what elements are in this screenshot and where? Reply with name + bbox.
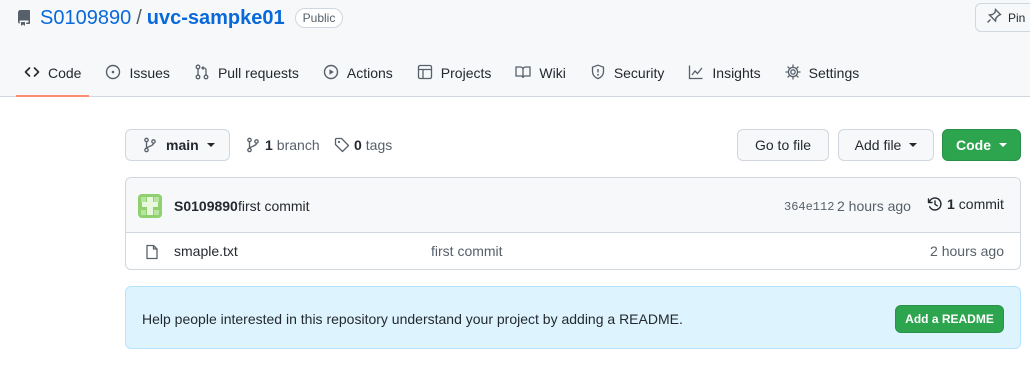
tab-code[interactable]: Code: [16, 51, 90, 97]
tags-link[interactable]: 0 tags: [334, 129, 392, 161]
commit-message-link[interactable]: first commit: [238, 198, 310, 214]
repo-header: S0109890 / uvc-sampke01 Public Pin Code …: [0, 0, 1030, 97]
commit-author-link[interactable]: S0109890: [174, 198, 238, 214]
pin-icon: [986, 8, 1008, 27]
repo-nav-tabs: Code Issues Pull requests Actions Projec…: [16, 51, 875, 97]
tag-count-label: tags: [365, 137, 393, 153]
commit-count-label: commit: [958, 196, 1004, 212]
book-icon: [515, 64, 539, 83]
history-icon: [927, 197, 942, 211]
branch-icon: [144, 137, 156, 153]
go-to-file-button[interactable]: Go to file: [737, 129, 829, 161]
commit-count: 1: [947, 196, 955, 212]
path-separator: /: [136, 6, 142, 29]
pin-label: Pin: [1008, 10, 1026, 25]
avatar[interactable]: [138, 194, 162, 218]
pin-button[interactable]: Pin: [975, 3, 1030, 32]
readme-banner: Help people interested in this repositor…: [125, 286, 1021, 349]
tab-label: Actions: [346, 65, 393, 81]
tab-issues[interactable]: Issues: [97, 51, 177, 95]
file-icon: [144, 244, 160, 265]
issue-icon: [105, 64, 129, 83]
add-file-button[interactable]: Add file: [838, 129, 934, 161]
tab-label: Settings: [808, 65, 860, 81]
branch-count-label: branch: [276, 137, 320, 153]
branch-icon: [247, 137, 259, 153]
gear-icon: [784, 63, 809, 83]
latest-commit-bar: S0109890 first commit 364e112 2 hours ag…: [126, 178, 1020, 233]
pull-request-icon: [194, 64, 218, 83]
commit-age: 2 hours ago: [837, 198, 911, 214]
commit-sha-link[interactable]: 364e112: [784, 200, 834, 214]
file-name-link[interactable]: smaple.txt: [174, 243, 238, 259]
tab-actions[interactable]: Actions: [315, 51, 401, 95]
repo-title: S0109890 / uvc-sampke01 Public: [16, 6, 344, 30]
tab-label: Code: [48, 65, 82, 81]
chevron-down-icon: [909, 143, 918, 147]
shield-icon: [590, 64, 614, 83]
tab-insights[interactable]: Insights: [680, 51, 768, 95]
branch-count: 1: [265, 137, 273, 153]
tab-label: Insights: [712, 65, 761, 81]
file-listing: S0109890 first commit 364e112 2 hours ag…: [125, 177, 1021, 270]
tab-label: Security: [613, 65, 665, 81]
tab-settings[interactable]: Settings: [777, 51, 868, 95]
file-row: smaple.txt first commit 2 hours ago: [126, 233, 1020, 270]
tag-icon: [334, 137, 350, 153]
repo-owner-link[interactable]: S0109890: [40, 7, 131, 30]
code-button[interactable]: Code: [942, 129, 1021, 161]
tab-pull-requests[interactable]: Pull requests: [186, 51, 307, 95]
tab-label: Projects: [440, 65, 492, 81]
tab-label: Pull requests: [217, 65, 299, 81]
add-readme-button[interactable]: Add a README: [895, 305, 1004, 333]
branch-name: main: [166, 137, 199, 153]
repo-name-link[interactable]: uvc-sampke01: [147, 7, 285, 30]
tab-label: Wiki: [539, 65, 566, 81]
tab-projects[interactable]: Projects: [409, 51, 500, 95]
graph-icon: [688, 64, 712, 83]
branch-select-button[interactable]: main: [125, 129, 230, 161]
file-age: 2 hours ago: [930, 243, 1004, 259]
chevron-down-icon: [206, 143, 215, 147]
tab-security[interactable]: Security: [582, 51, 673, 95]
code-icon: [24, 64, 48, 83]
tab-label: Issues: [129, 65, 170, 81]
play-icon: [323, 64, 347, 83]
tag-count: 0: [354, 137, 362, 153]
chevron-down-icon: [999, 143, 1007, 147]
file-commit-link[interactable]: first commit: [431, 243, 503, 259]
readme-banner-text: Help people interested in this repositor…: [142, 311, 683, 327]
visibility-badge: Public: [294, 8, 344, 28]
branches-link[interactable]: 1 branch: [245, 129, 320, 161]
table-icon: [417, 64, 441, 83]
code-button-label: Code: [956, 137, 991, 153]
tab-wiki[interactable]: Wiki: [507, 51, 573, 95]
commit-history-link[interactable]: 1 commit: [927, 196, 1004, 212]
file-navigation: main 1 branch 0 tags Go to file Add file…: [125, 129, 1021, 161]
add-file-label: Add file: [854, 137, 902, 153]
repo-icon: [16, 10, 32, 26]
